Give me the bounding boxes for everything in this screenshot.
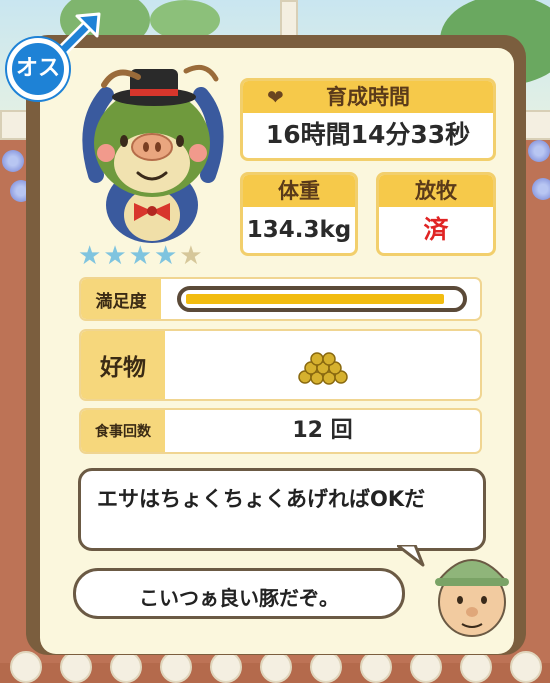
male-symbol-icon [57, 12, 101, 56]
meal-count-row: 食事回数 12 回 [79, 408, 482, 454]
gender-label: オス [7, 38, 69, 100]
grazing-value: 済 [423, 215, 449, 244]
weight-value: 134.3kg [246, 217, 352, 243]
star-filled-icon: ★ [78, 241, 102, 271]
star-filled-icon: ★ [153, 241, 178, 271]
favorite-food-label: 好物 [81, 331, 165, 399]
star-filled-icon: ★ [128, 241, 152, 271]
pig-character-portrait [82, 64, 224, 243]
tree-mid [150, 0, 220, 40]
heart-icon: ❤ [267, 85, 284, 109]
star-empty-icon: ★ [179, 241, 203, 271]
grain-pile-icon [298, 352, 348, 385]
flower-left [2, 150, 24, 172]
grazing-header: 放牧 [379, 175, 493, 207]
comment-text: こいつぁ良い豚だぞ。 [139, 586, 339, 610]
tip-speech-bubble: エサはちょくちょくあげればOKだ [78, 468, 486, 567]
raise-time-box: ❤ 育成時間 16時間14分33秒 [240, 78, 496, 161]
comment-speech-bubble: こいつぁ良い豚だぞ。 [73, 568, 405, 619]
satisfaction-row: 満足度 [79, 277, 482, 321]
weight-header: 体重 [243, 175, 355, 207]
bubble-tail [397, 545, 425, 567]
flower-right [528, 140, 550, 162]
weight-box: 体重 134.3kg [240, 172, 358, 256]
favorite-food-row: 好物 [79, 329, 482, 401]
raise-time-value: 16時間14分33秒 [265, 120, 471, 149]
satisfaction-label: 満足度 [81, 279, 161, 319]
meal-count-value: 12 回 [292, 418, 353, 443]
meal-count-label: 食事回数 [81, 410, 165, 452]
flower-right-2 [532, 178, 550, 200]
satisfaction-fill [186, 294, 444, 304]
raise-time-header: ❤ 育成時間 [243, 81, 493, 113]
raise-time-label: 育成時間 [326, 85, 410, 109]
farmer-avatar [435, 559, 509, 637]
grazing-box: 放牧 済 [376, 172, 496, 256]
rating-stars: ★ ★ ★ ★ ★ [78, 243, 203, 269]
star-filled-icon: ★ [103, 241, 127, 271]
tip-text: エサはちょくちょくあげればOKだ [97, 487, 426, 511]
satisfaction-meter [177, 286, 467, 312]
